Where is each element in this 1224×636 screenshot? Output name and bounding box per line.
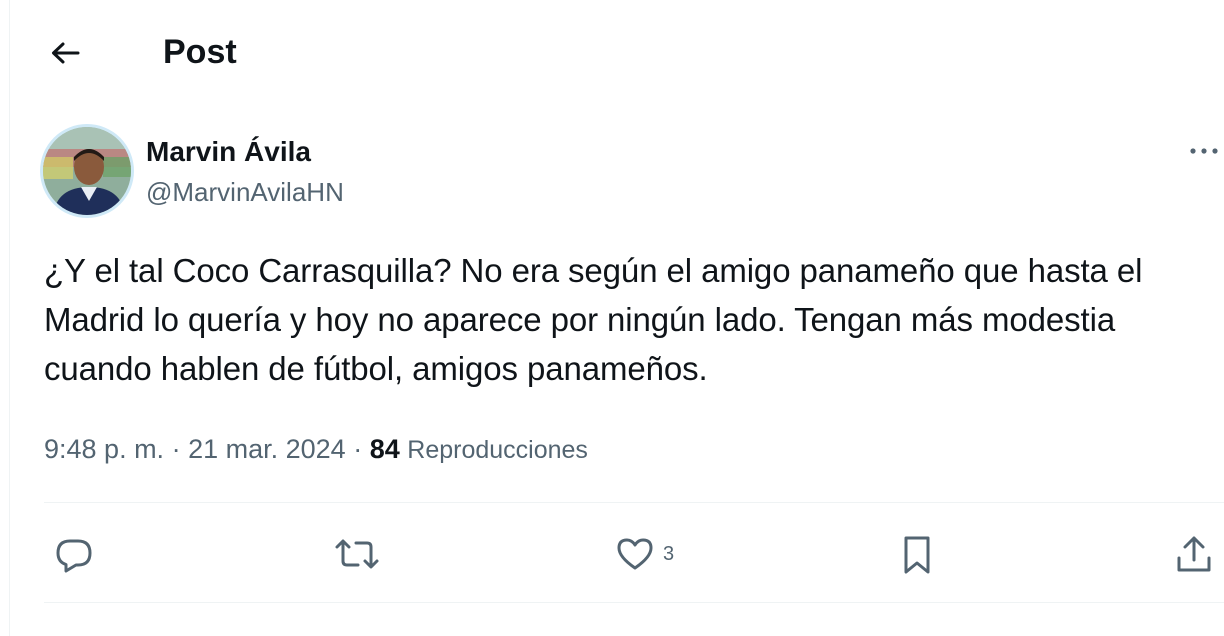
back-button[interactable] [40, 28, 90, 78]
bookmark-button[interactable] [895, 530, 939, 578]
repost-button[interactable] [332, 530, 382, 578]
share-button[interactable] [1172, 530, 1216, 578]
meta-separator: · [345, 434, 370, 464]
arrow-left-icon [52, 42, 80, 64]
share-icon [1177, 536, 1211, 572]
more-horizontal-icon [1190, 148, 1218, 154]
post-time[interactable]: 9:48 p. m. [44, 434, 164, 464]
author-handle[interactable]: @MarvinAvilaHN [146, 175, 344, 209]
avatar[interactable] [43, 127, 131, 215]
like-count: 3 [663, 542, 675, 565]
like-button[interactable]: 3 [613, 530, 674, 578]
heart-icon [617, 538, 653, 570]
page-title: Post [163, 33, 237, 71]
author-display-name[interactable]: Marvin Ávila [146, 134, 311, 170]
views-label: Reproducciones [407, 436, 588, 464]
more-options-button[interactable] [1184, 134, 1224, 168]
divider [44, 502, 1224, 503]
reply-icon [56, 539, 92, 573]
reply-button[interactable] [52, 530, 96, 578]
meta-separator: · [164, 434, 189, 464]
post-meta: 9:48 p. m. · 21 mar. 2024 · 84 Reproducc… [44, 431, 588, 468]
post-header: Post [0, 0, 1224, 104]
post-text: ¿Y el tal Coco Carrasquilla? No era segú… [44, 252, 1143, 387]
views-count: 84 [369, 434, 400, 464]
divider [44, 602, 1224, 603]
bookmark-icon [904, 536, 930, 574]
post-date[interactable]: 21 mar. 2024 [188, 434, 346, 464]
repost-icon [335, 539, 379, 569]
